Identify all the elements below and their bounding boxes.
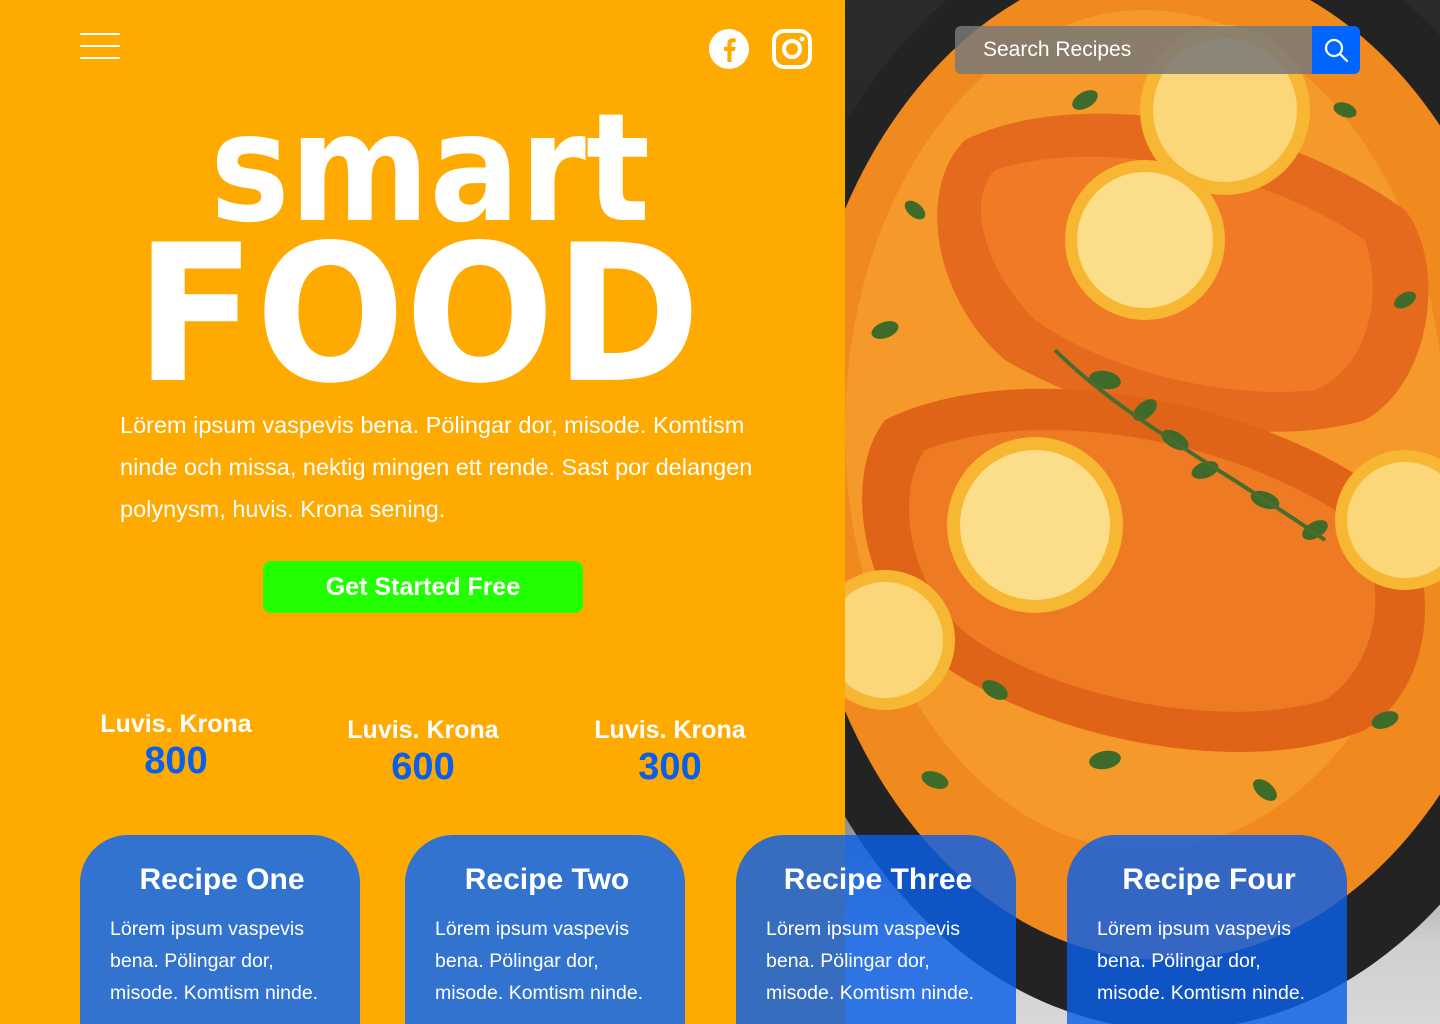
stat-item: Luvis. Krona 600 xyxy=(313,716,533,789)
search-bar xyxy=(955,26,1360,74)
recipe-description: Lörem ipsum vaspevis bena. Pölingar dor,… xyxy=(1097,918,1306,1004)
stat-item: Luvis. Krona 300 xyxy=(560,716,780,789)
recipe-card-three[interactable]: Recipe Three Lörem ipsum vaspevis bena. … xyxy=(736,835,1016,1024)
recipe-card-one[interactable]: Recipe One Lörem ipsum vaspevis bena. Pö… xyxy=(80,835,360,1024)
stat-label: Luvis. Krona xyxy=(347,716,499,744)
stat-label: Luvis. Krona xyxy=(100,710,252,738)
stat-value: 600 xyxy=(391,746,455,788)
get-started-button[interactable]: Get Started Free xyxy=(263,561,583,613)
recipe-title: Recipe Three xyxy=(783,863,973,896)
instagram-icon[interactable] xyxy=(771,28,813,70)
recipe-title: Recipe One xyxy=(139,863,305,896)
recipe-description: Lörem ipsum vaspevis bena. Pölingar dor,… xyxy=(435,918,644,1004)
recipe-card-two[interactable]: Recipe Two Lörem ipsum vaspevis bena. Pö… xyxy=(405,835,685,1024)
stat-label: Luvis. Krona xyxy=(594,716,746,744)
logo-text-bottom: FOOD xyxy=(136,204,701,395)
search-button[interactable] xyxy=(1312,26,1360,74)
stat-item: Luvis. Krona 800 xyxy=(66,710,286,783)
recipe-description: Lörem ipsum vaspevis bena. Pölingar dor,… xyxy=(110,918,319,1004)
stat-value: 800 xyxy=(144,740,208,782)
hero-description: Lörem ipsum vaspevis bena. Pölingar dor,… xyxy=(120,412,753,522)
recipe-description: Lörem ipsum vaspevis bena. Pölingar dor,… xyxy=(766,918,975,1004)
recipe-card-four[interactable]: Recipe Four Lörem ipsum vaspevis bena. P… xyxy=(1067,835,1347,1024)
search-input[interactable] xyxy=(955,26,1312,74)
recipe-title: Recipe Two xyxy=(464,863,630,896)
recipe-title: Recipe Four xyxy=(1122,863,1296,896)
hamburger-menu-icon[interactable] xyxy=(80,33,120,61)
facebook-icon[interactable] xyxy=(708,28,750,70)
stat-value: 300 xyxy=(638,746,702,788)
smart-food-logo: smart FOOD xyxy=(130,82,730,425)
search-icon xyxy=(1324,38,1349,63)
